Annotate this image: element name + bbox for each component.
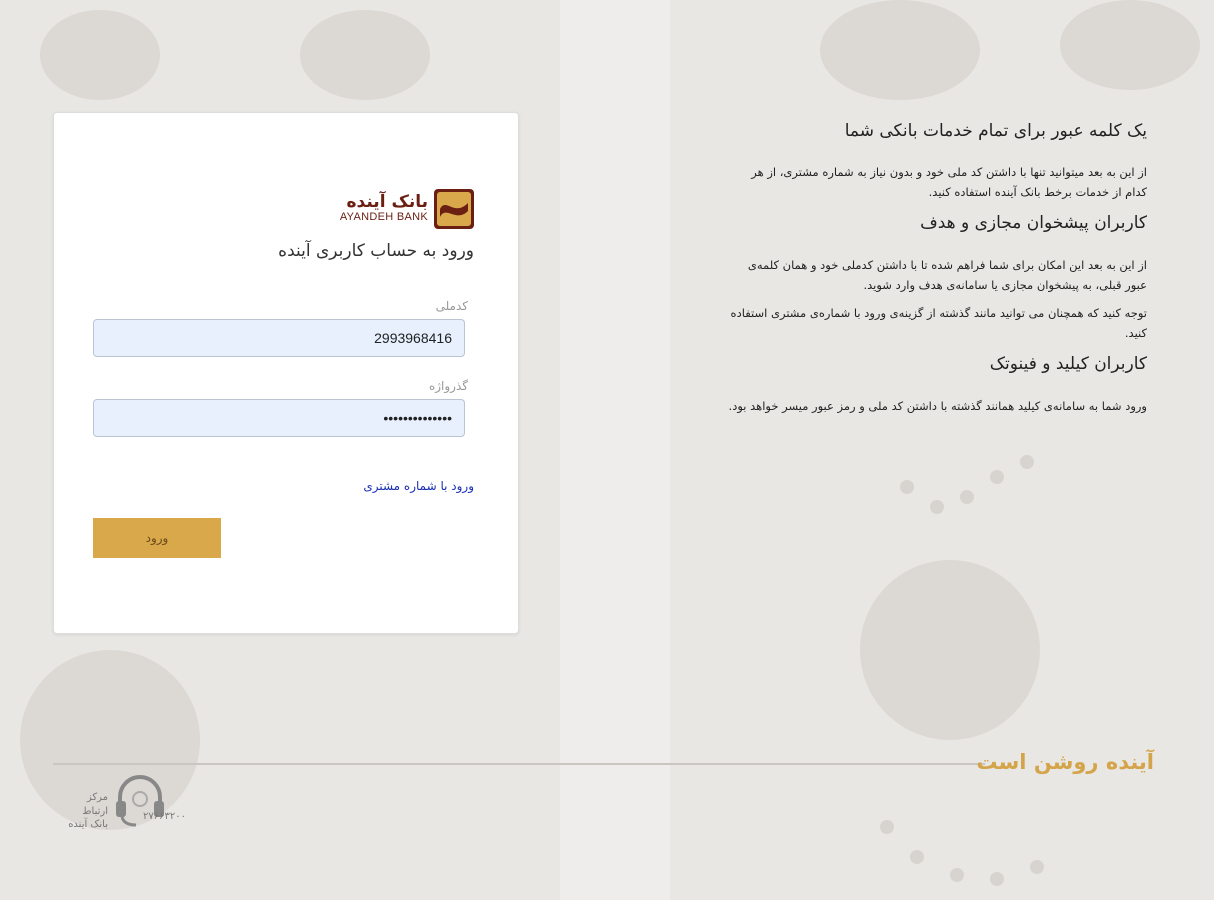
login-title: ورود به حساب کاربری آینده [278,241,474,261]
logo-persian-text: بانک آینده [346,192,428,213]
login-submit-button[interactable]: ورود [93,518,221,558]
customer-number-login-link[interactable]: ورود با شماره مشتری [363,479,474,493]
support-center-title: مرکز ارتباط [82,792,108,817]
support-center: مرکز ارتباط بانک آینده ۲۷۶۶۳۲۰۰ [60,775,200,830]
password-label: گذرواژه [428,379,468,393]
bank-logo-icon [434,189,474,229]
logo-english-text: AYANDEH BANK [339,211,428,224]
footer-slogan: آینده روشن است [976,750,1154,774]
info-heading-virtual-counter: کاربران پیشخوان مجازی و هدف [920,213,1147,234]
bank-logo: بانک آینده AYANDEH BANK [338,187,474,231]
info-panel: یک کلمه عبور برای تمام خدمات بانکی شما ا… [727,120,1147,416]
info-paragraph-customer-number-note: توجه کنید که همچنان می توانید مانند گذشت… [730,306,1147,341]
info-heading-kilid-finnotech: کاربران کیلید و فینوتک [989,354,1147,375]
password-input[interactable] [93,399,465,437]
login-card: بانک آینده AYANDEH BANK ورود به حساب کار… [53,112,519,634]
info-heading-one-password: یک کلمه عبور برای تمام خدمات بانکی شما [844,121,1147,141]
info-paragraph-virtual-counter: از این به بعد این امکان برای شما فراهم ش… [747,257,1147,292]
support-center-text: مرکز ارتباط بانک آینده [60,791,108,832]
footer-divider [53,763,985,765]
national-code-input[interactable] [93,319,465,357]
support-center-bank: بانک آینده [68,819,108,830]
support-phone-number: ۲۷۶۶۳۲۰۰ [143,811,186,822]
national-code-label: کدملی [435,299,468,313]
info-paragraph-kilid-finnotech: ورود شما به سامانه‌ی کیلید همانند گذشته … [728,399,1147,414]
info-paragraph-one-password: از این به بعد میتوانید تنها با داشتن کد … [751,164,1147,199]
